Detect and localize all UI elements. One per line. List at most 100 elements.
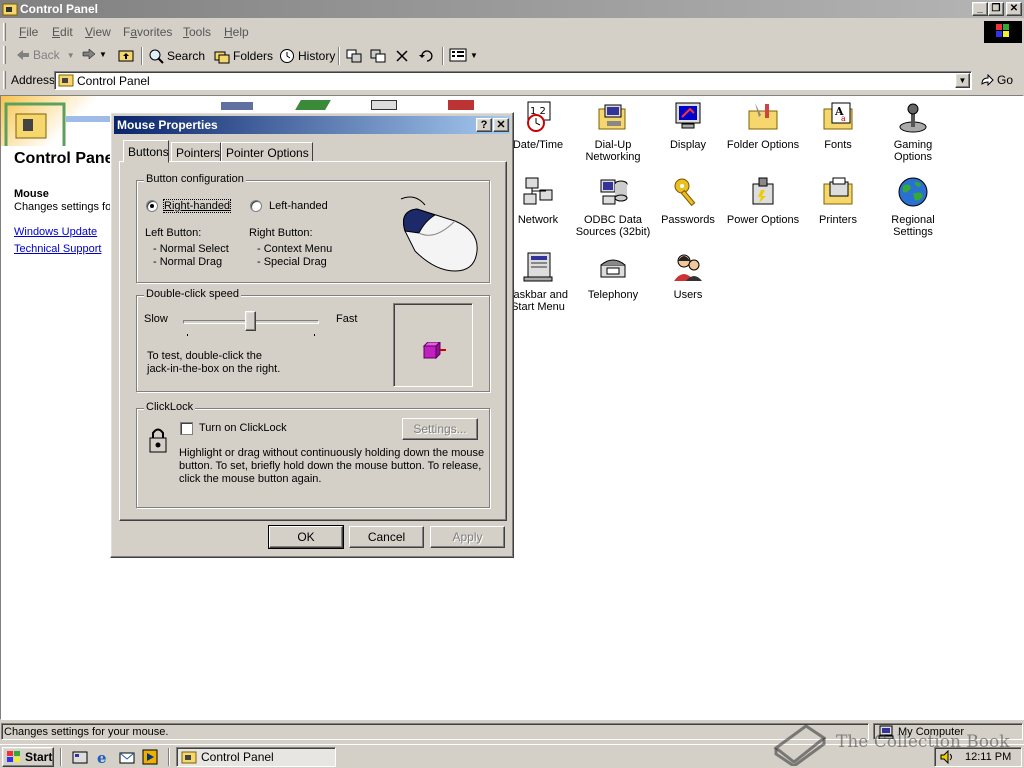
clicklock-group: ClickLock Turn on ClickLock Settings... … — [136, 401, 490, 508]
icon-odbc[interactable]: ODBC Data Sources (32bit) — [575, 176, 651, 238]
taskbar-button-control-panel[interactable]: Control Panel — [176, 747, 336, 767]
move-to-button[interactable] — [346, 48, 362, 64]
internet-explorer-icon: e — [97, 749, 107, 767]
left-handed-label[interactable]: Left-handed — [269, 200, 328, 212]
history-button[interactable]: History — [279, 48, 335, 64]
minimize-button[interactable]: _ — [972, 2, 988, 16]
tab-pointer-options[interactable]: Pointer Options — [221, 142, 313, 162]
views-button[interactable]: ▼ — [449, 48, 478, 62]
dialog-close-button[interactable]: ✕ — [493, 118, 509, 132]
address-field[interactable]: Control Panel ▼ — [54, 71, 972, 90]
icon-power[interactable]: Power Options — [725, 176, 801, 226]
status-text: Changes settings for your mouse. — [1, 723, 869, 740]
mouse-properties-dialog: Mouse Properties ? ✕ Buttons Pointers Po… — [110, 112, 514, 558]
menu-edit[interactable]: Edit — [52, 25, 73, 39]
icon-label: Regional Settings — [891, 214, 935, 238]
right-button-item: - Context Menu — [257, 243, 333, 255]
menu-file[interactable]: File — [19, 25, 38, 39]
address-dropdown-button[interactable]: ▼ — [955, 73, 970, 88]
icon-passwords[interactable]: Passwords — [650, 176, 726, 226]
up-folder-button[interactable] — [118, 48, 134, 62]
close-button[interactable]: ✕ — [1006, 2, 1022, 16]
menu-favorites[interactable]: Favorites — [123, 25, 172, 39]
right-handed-label[interactable]: Right-handed — [162, 199, 232, 213]
toolbar-grip — [3, 46, 6, 64]
windows-update-link[interactable]: Windows Update — [14, 226, 97, 238]
taskbar-icon — [523, 252, 553, 282]
cancel-button[interactable]: Cancel — [349, 526, 424, 548]
toolbar-separator — [141, 47, 143, 65]
apply-button[interactable]: Apply — [430, 526, 505, 548]
copy-to-button[interactable] — [370, 48, 386, 64]
folders-button[interactable]: Folders — [214, 48, 273, 64]
icon-label: Passwords — [661, 214, 715, 226]
group-label: ClickLock — [144, 401, 196, 413]
icon-users[interactable]: Users — [650, 251, 726, 301]
search-button[interactable]: Search — [148, 48, 205, 64]
clicklock-settings-button[interactable]: Settings... — [402, 418, 478, 440]
fast-label: Fast — [336, 313, 358, 325]
icon-folder-options[interactable]: Folder Options — [725, 101, 801, 151]
dialup-icon — [598, 104, 626, 130]
move-to-icon — [346, 49, 362, 63]
show-desktop-button[interactable] — [72, 749, 88, 768]
restore-button[interactable]: ❐ — [988, 2, 1004, 16]
menu-help[interactable]: Help — [224, 25, 249, 39]
menu-view[interactable]: View — [85, 25, 111, 39]
icon-regional[interactable]: Regional Settings — [875, 176, 951, 238]
icon-telephony[interactable]: Telephony — [575, 251, 651, 301]
tab-buttons[interactable]: Buttons — [123, 140, 169, 163]
test-instructions: To test, double-click the — [147, 350, 262, 362]
printers-icon — [823, 177, 853, 205]
left-handed-radio[interactable] — [250, 200, 262, 212]
test-instructions: jack-in-the-box on the right. — [147, 363, 281, 375]
up-folder-icon — [118, 50, 134, 62]
icon-label: Display — [669, 139, 707, 151]
icon-fonts[interactable]: Aa Fonts — [800, 101, 876, 151]
icon-printers[interactable]: Printers — [800, 176, 876, 226]
slow-label: Slow — [144, 313, 168, 325]
icon-label: Fonts — [824, 139, 852, 151]
outlook-express-button[interactable] — [119, 749, 135, 768]
forward-arrow-icon — [82, 48, 96, 60]
test-area[interactable] — [393, 303, 473, 387]
start-button[interactable]: Start — [2, 747, 54, 767]
book-logo-icon — [773, 724, 826, 766]
toolbar-separator — [338, 47, 340, 65]
speed-slider-thumb[interactable] — [245, 311, 256, 331]
media-player-button[interactable] — [142, 749, 158, 768]
go-button[interactable]: Go — [980, 73, 1013, 87]
delete-button[interactable] — [394, 48, 410, 64]
window-titlebar[interactable]: Control Panel _ ❐ ✕ — [0, 0, 1024, 18]
icon-label: Telephony — [587, 289, 639, 301]
back-button[interactable]: Back ▼ — [16, 48, 75, 62]
clicklock-checkbox[interactable] — [180, 422, 193, 435]
network-icon — [523, 177, 553, 205]
history-icon — [280, 49, 294, 63]
power-icon — [752, 177, 774, 205]
forward-button[interactable]: ▼ — [82, 48, 107, 60]
help-button[interactable]: ? — [476, 118, 492, 132]
odbc-icon — [600, 179, 628, 205]
internet-explorer-button[interactable]: e — [96, 749, 112, 768]
jack-in-the-box-icon[interactable] — [422, 342, 448, 360]
icon-gaming[interactable]: Gaming Options — [875, 101, 951, 163]
tab-pointers[interactable]: Pointers — [171, 142, 221, 162]
mouse-illustration-icon — [400, 196, 478, 272]
web-view-pane: Control Panel Mouse Changes settings for… — [1, 96, 178, 716]
ok-button[interactable]: OK — [268, 525, 344, 549]
users-icon — [674, 254, 702, 281]
menu-tools[interactable]: Tools — [183, 25, 211, 39]
standard-toolbar: Back ▼ ▼ Search Folders History ▼ — [0, 44, 1024, 68]
undo-icon — [419, 50, 433, 62]
group-label: Button configuration — [144, 173, 246, 185]
undo-button[interactable] — [418, 48, 434, 64]
left-button-item: - Normal Drag — [153, 256, 223, 268]
icon-display[interactable]: Display — [650, 101, 726, 151]
right-handed-radio[interactable] — [146, 200, 158, 212]
icon-dialup[interactable]: Dial-Up Networking — [575, 101, 651, 163]
dialog-titlebar[interactable]: Mouse Properties ? ✕ — [114, 116, 510, 134]
clicklock-label[interactable]: Turn on ClickLock — [199, 422, 287, 434]
delete-icon — [396, 50, 408, 62]
technical-support-link[interactable]: Technical Support — [14, 243, 101, 255]
